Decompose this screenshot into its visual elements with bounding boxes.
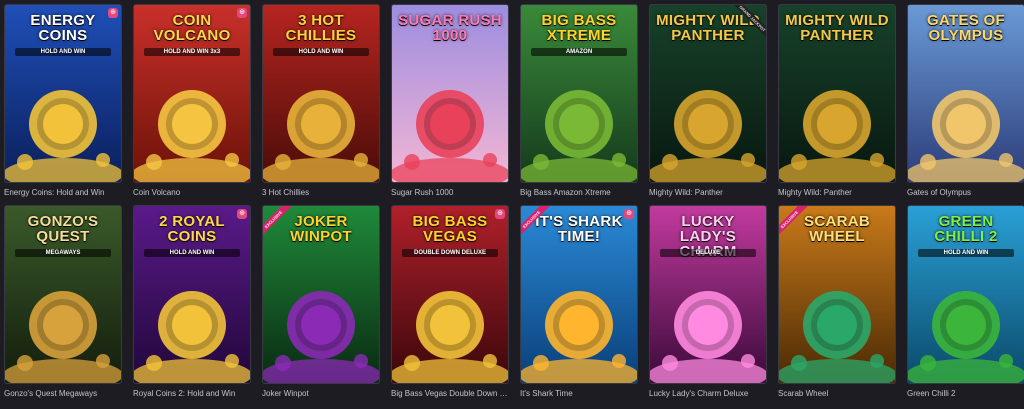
game-tile[interactable]: 2 ROYAL COINS HOLD AND WIN ⊕ Royal Coins 2:…: [133, 205, 251, 399]
game-tile[interactable]: MIGHTY WILD PANTHER Mighty Wild: Panther: [778, 4, 896, 198]
game-logo-title: Sugar Rush 1000: [398, 12, 502, 44]
game-logo-title: 3 HOT CHILLIES: [285, 12, 357, 44]
game-name[interactable]: Gonzo's Quest Megaways: [4, 389, 122, 399]
game-logo-subtitle: MEGAWAYS: [15, 249, 111, 257]
game-logo-title: SCARAB WHEEL: [804, 213, 870, 245]
game-tile[interactable]: Sugar Rush 1000 Sugar Rush 1000: [391, 4, 509, 198]
game-logo-title: JOKER WINPOT: [290, 213, 352, 245]
game-logo-title: ENERGY COINS: [30, 12, 96, 44]
game-artwork: [908, 291, 1024, 383]
game-name[interactable]: Scarab Wheel: [778, 389, 896, 399]
game-artwork: [263, 291, 379, 383]
game-artwork: [779, 90, 895, 182]
game-tile[interactable]: 3 HOT CHILLIES HOLD AND WIN 3 Hot Chillies: [262, 4, 380, 198]
game-logo-subtitle: HOLD AND WIN 3x3: [144, 48, 240, 56]
game-logo-title: BIG BASS XTREME: [541, 12, 617, 44]
game-tile[interactable]: BIG BASS XTREME AMAZON Big Bass Amazon Xtr…: [520, 4, 638, 198]
game-logo-subtitle: HOLD AND WIN: [918, 249, 1014, 257]
game-tile[interactable]: GATES OF OLYMPUS Gates of Olympus: [907, 4, 1024, 198]
game-name[interactable]: Sugar Rush 1000: [391, 188, 509, 198]
game-artwork: [521, 291, 637, 383]
game-logo-title: 2 ROYAL COINS: [159, 213, 225, 245]
game-name[interactable]: Mighty Wild: Panther: [778, 188, 896, 198]
game-artwork: [650, 90, 766, 182]
game-thumbnail[interactable]: GONZO'S QUEST MEGAWAYS: [4, 205, 122, 384]
game-tile[interactable]: MIGHTY WILD PANTHER GRAND JACKPOT Mighty W…: [649, 4, 767, 198]
game-thumbnail[interactable]: COIN VOLCANO HOLD AND WIN 3x3 ⊕: [133, 4, 251, 183]
game-artwork: [5, 90, 121, 182]
game-thumbnail[interactable]: IT'S SHARK TIME! ⊕ EXCLUSIVE: [520, 205, 638, 384]
game-thumbnail[interactable]: MIGHTY WILD PANTHER GRAND JACKPOT: [649, 4, 767, 183]
game-name[interactable]: Joker Winpot: [262, 389, 380, 399]
game-thumbnail[interactable]: BIG BASS VEGAS DOUBLE DOWN DELUXE ⊕: [391, 205, 509, 384]
game-tile[interactable]: COIN VOLCANO HOLD AND WIN 3x3 ⊕ Coin Volcan…: [133, 4, 251, 198]
game-thumbnail[interactable]: GATES OF OLYMPUS: [907, 4, 1024, 183]
game-logo-subtitle: HOLD AND WIN: [15, 48, 111, 56]
game-name[interactable]: Big Bass Vegas Double Down Deluxe: [391, 389, 509, 399]
game-grid: ENERGY COINS HOLD AND WIN ⊕ Energy Coins: H…: [4, 4, 1024, 399]
game-tile[interactable]: JOKER WINPOT EXCLUSIVE Joker Winpot: [262, 205, 380, 399]
game-tile[interactable]: IT'S SHARK TIME! ⊕ EXCLUSIVE It's Shark Tim…: [520, 205, 638, 399]
game-tile[interactable]: Lucky Lady's CharmDELUXE Lucky Lady's Cha…: [649, 205, 767, 399]
game-logo-subtitle: DELUXE: [660, 249, 756, 257]
game-logo-subtitle: AMAZON: [531, 48, 627, 56]
game-thumbnail[interactable]: BIG BASS XTREME AMAZON: [520, 4, 638, 183]
game-logo-subtitle: DOUBLE DOWN DELUXE: [402, 249, 498, 257]
game-thumbnail[interactable]: MIGHTY WILD PANTHER: [778, 4, 896, 183]
feature-badge-icon: ⊕: [108, 8, 118, 18]
game-name[interactable]: Lucky Lady's Charm Deluxe: [649, 389, 767, 399]
game-artwork: [392, 90, 508, 182]
game-logo-title: GONZO'S QUEST: [27, 213, 99, 245]
game-thumbnail[interactable]: 2 ROYAL COINS HOLD AND WIN ⊕: [133, 205, 251, 384]
game-artwork: [392, 291, 508, 383]
game-thumbnail[interactable]: Lucky Lady's CharmDELUXE: [649, 205, 767, 384]
game-thumbnail[interactable]: GREEN CHILLI 2 HOLD AND WIN: [907, 205, 1024, 384]
game-logo-subtitle: HOLD AND WIN: [273, 48, 369, 56]
feature-badge-icon: ⊕: [495, 209, 505, 219]
game-name[interactable]: Green Chilli 2: [907, 389, 1024, 399]
game-logo-title: IT'S SHARK TIME!: [535, 213, 623, 245]
game-artwork: [134, 291, 250, 383]
game-tile[interactable]: SCARAB WHEEL EXCLUSIVE Scarab Wheel: [778, 205, 896, 399]
game-thumbnail[interactable]: ENERGY COINS HOLD AND WIN ⊕: [4, 4, 122, 183]
game-artwork: [650, 291, 766, 383]
game-artwork: [779, 291, 895, 383]
game-name[interactable]: Big Bass Amazon Xtreme: [520, 188, 638, 198]
feature-badge-icon: ⊕: [237, 209, 247, 219]
game-tile[interactable]: GONZO'S QUEST MEGAWAYS Gonzo's Quest Megaw…: [4, 205, 122, 399]
game-name[interactable]: It's Shark Time: [520, 389, 638, 399]
game-name[interactable]: Coin Volcano: [133, 188, 251, 198]
game-artwork: [263, 90, 379, 182]
game-logo-title: COIN VOLCANO: [153, 12, 231, 44]
game-tile[interactable]: GREEN CHILLI 2 HOLD AND WIN Green Chilli 2: [907, 205, 1024, 399]
game-logo-title: GREEN CHILLI 2: [934, 213, 998, 245]
game-artwork: [908, 90, 1024, 182]
game-thumbnail[interactable]: Sugar Rush 1000: [391, 4, 509, 183]
game-name[interactable]: Mighty Wild: Panther: [649, 188, 767, 198]
game-name[interactable]: 3 Hot Chillies: [262, 188, 380, 198]
game-name[interactable]: Energy Coins: Hold and Win: [4, 188, 122, 198]
game-logo-title: MIGHTY WILD PANTHER: [785, 12, 889, 44]
game-tile[interactable]: BIG BASS VEGAS DOUBLE DOWN DELUXE ⊕ Big Bas…: [391, 205, 509, 399]
game-thumbnail[interactable]: 3 HOT CHILLIES HOLD AND WIN: [262, 4, 380, 183]
game-artwork: [521, 90, 637, 182]
game-thumbnail[interactable]: JOKER WINPOT EXCLUSIVE: [262, 205, 380, 384]
game-artwork: [5, 291, 121, 383]
game-artwork: [134, 90, 250, 182]
game-logo-title: GATES OF OLYMPUS: [927, 12, 1005, 44]
game-name[interactable]: Royal Coins 2: Hold and Win: [133, 389, 251, 399]
game-logo-title: BIG BASS VEGAS: [412, 213, 488, 245]
game-name[interactable]: Gates of Olympus: [907, 188, 1024, 198]
feature-badge-icon: ⊕: [624, 209, 634, 219]
feature-badge-icon: ⊕: [237, 8, 247, 18]
game-thumbnail[interactable]: SCARAB WHEEL EXCLUSIVE: [778, 205, 896, 384]
game-tile[interactable]: ENERGY COINS HOLD AND WIN ⊕ Energy Coins: H…: [4, 4, 122, 198]
game-logo-subtitle: HOLD AND WIN: [144, 249, 240, 257]
